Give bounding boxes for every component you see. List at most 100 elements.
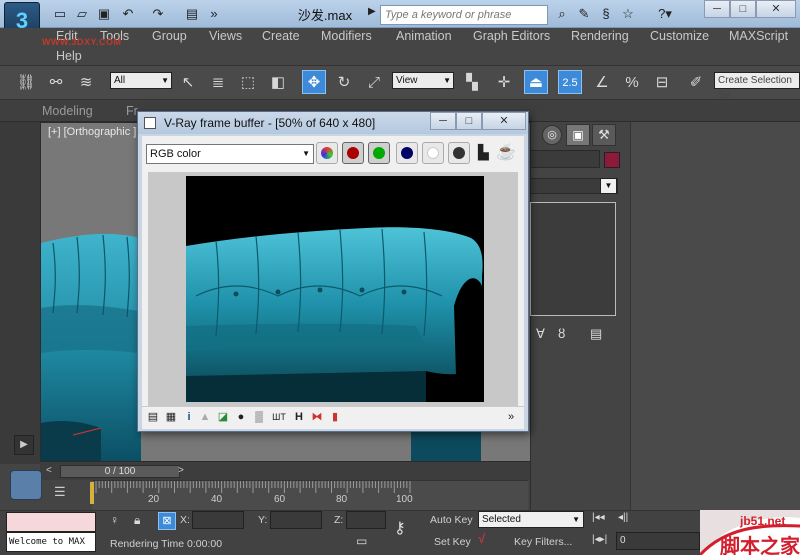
vray-frame-buffer-window[interactable]: V-Ray frame buffer - [50% of 640 x 480] … xyxy=(137,111,529,432)
minimize-button[interactable]: ─ xyxy=(704,0,730,18)
vfb-icon-levels[interactable]: ▲ xyxy=(198,410,212,424)
help-icon[interactable]: ?▾ xyxy=(652,6,678,22)
menu-maxscript[interactable]: MAXScript xyxy=(729,29,788,43)
unlink-icon[interactable]: ⚯ xyxy=(44,71,68,95)
snaps-toggle-icon[interactable]: 2.5 xyxy=(558,70,582,94)
view-red-button[interactable] xyxy=(342,142,364,164)
keyboard-shortcut-override-icon[interactable]: ⏏ xyxy=(524,70,548,94)
percent-snap-icon[interactable]: % xyxy=(620,71,644,95)
lightbulb-icon[interactable]: ♀ xyxy=(110,513,119,527)
monitor-icon[interactable]: ▣ xyxy=(566,124,590,146)
tab-modeling[interactable]: Modeling xyxy=(42,104,93,118)
redo-icon[interactable]: ↷ xyxy=(150,6,166,22)
show-end-result-icon[interactable]: ȣ xyxy=(558,326,565,341)
favorites-star-icon[interactable]: ☆ xyxy=(620,6,636,22)
new-file-icon[interactable]: ▭ xyxy=(52,6,68,22)
modifier-stack-list[interactable] xyxy=(530,202,616,316)
maxscript-listener-pink[interactable] xyxy=(6,512,96,532)
spinner-snap-icon[interactable]: ⊟ xyxy=(650,71,674,95)
link-icon[interactable]: ⛓ xyxy=(14,71,38,95)
reference-coord-dropdown[interactable]: View ▼ xyxy=(392,72,454,89)
named-selection-input[interactable]: Create Selection Se xyxy=(714,72,800,101)
play-icon[interactable]: ▶ xyxy=(14,435,34,455)
prev-frame-icon[interactable]: < xyxy=(46,465,52,476)
current-frame-field[interactable]: 0 xyxy=(616,532,700,550)
go-to-start-icon[interactable]: |◂◂ xyxy=(592,512,605,523)
search-expand-icon[interactable]: ▶ xyxy=(368,6,376,17)
selection-filter-dropdown[interactable]: All ▼ xyxy=(110,72,172,89)
mini-listener-icon[interactable] xyxy=(10,470,42,500)
previous-frame-icon[interactable]: ◂|| xyxy=(618,512,628,523)
view-mono-button[interactable] xyxy=(448,142,470,164)
menu-animation[interactable]: Animation xyxy=(396,29,452,43)
viewport-label[interactable]: [+] [Orthographic ] xyxy=(48,126,136,138)
lock-selection-icon[interactable]: 🔒︎ xyxy=(134,513,140,528)
vfb-icon-history[interactable]: ▤ xyxy=(146,410,160,424)
menu-rendering[interactable]: Rendering xyxy=(571,29,629,43)
edit-named-selection-icon[interactable]: ✐ xyxy=(684,71,708,95)
pivot-center-icon[interactable]: ▚ xyxy=(460,71,484,95)
vfb-close-button[interactable]: ✕ xyxy=(482,112,526,130)
set-key-icon[interactable]: ⚷ xyxy=(394,518,406,538)
menu-views[interactable]: Views xyxy=(209,29,242,43)
select-move-icon[interactable]: ✥ xyxy=(302,70,326,94)
object-color-swatch[interactable] xyxy=(604,152,620,168)
vfb-icon-srgb[interactable]: ШТ xyxy=(270,410,288,424)
close-button[interactable]: ✕ xyxy=(756,0,796,18)
pin-stack-icon[interactable]: ∀ xyxy=(536,326,545,342)
save-file-icon[interactable]: ▣ xyxy=(96,6,112,22)
search-input[interactable]: Type a keyword or phrase xyxy=(380,5,548,25)
trackbar-expand-icon[interactable]: ☰ xyxy=(54,484,66,500)
chevron-down-icon[interactable]: ▼ xyxy=(600,178,617,194)
menu-create[interactable]: Create xyxy=(262,29,300,43)
menu-help[interactable]: Help xyxy=(56,49,82,63)
time-cursor[interactable] xyxy=(90,482,94,504)
key-filters-button[interactable]: Key Filters... xyxy=(514,536,572,548)
vfb-maximize-button[interactable]: □ xyxy=(456,112,482,130)
vfb-icon-compare[interactable]: ⧓ xyxy=(310,410,324,424)
absolute-mode-icon[interactable]: ⊠ xyxy=(158,512,176,530)
save-image-icon[interactable]: ▙ xyxy=(478,144,492,162)
vfb-icon-settings[interactable]: ▦ xyxy=(164,410,178,424)
select-rotate-icon[interactable]: ↻ xyxy=(332,71,356,95)
add-time-tag-icon[interactable]: ▭ xyxy=(356,534,372,550)
configure-modifier-sets-icon[interactable]: ▤ xyxy=(590,326,602,342)
channel-dropdown[interactable]: RGB color ▼ xyxy=(146,144,314,164)
view-alpha-button[interactable] xyxy=(422,142,444,164)
project-folder-icon[interactable]: ▤ xyxy=(184,6,200,22)
z-coordinate-field[interactable] xyxy=(346,511,386,529)
window-crossing-icon[interactable]: ◧ xyxy=(266,71,290,95)
display-panel-icon[interactable]: ◎ xyxy=(542,125,562,145)
key-mode-toggle-icon[interactable]: |◂▸| xyxy=(592,534,607,545)
rect-selection-icon[interactable]: ⬚ xyxy=(236,71,260,95)
vfb-icon-lens[interactable]: ● xyxy=(234,410,248,424)
vfb-icon-exposure[interactable]: ▒ xyxy=(252,410,266,424)
vfb-minimize-button[interactable]: ─ xyxy=(430,112,456,130)
menu-customize[interactable]: Customize xyxy=(650,29,709,43)
menu-graph-editors[interactable]: Graph Editors xyxy=(473,29,550,43)
bind-spacewarp-icon[interactable]: ≋ xyxy=(74,71,98,95)
select-scale-icon[interactable]: ⤢ xyxy=(362,71,386,95)
vfb-icon-info[interactable]: i xyxy=(182,410,196,424)
render-teapot-icon[interactable]: ☕ xyxy=(496,142,516,162)
time-slider[interactable]: 0 / 100 xyxy=(60,465,180,478)
set-key-button[interactable]: Set Key xyxy=(434,536,471,548)
communication-icon[interactable]: ✎ xyxy=(576,6,592,22)
menu-group[interactable]: Group xyxy=(152,29,187,43)
vfb-icon-stamp[interactable]: ▮ xyxy=(328,410,342,424)
view-green-button[interactable] xyxy=(368,142,390,164)
maxscript-listener[interactable]: Welcome to MAX xyxy=(6,532,96,552)
select-object-icon[interactable]: ↖ xyxy=(176,71,200,95)
utilities-hammer-icon[interactable]: ⚒ xyxy=(592,124,616,146)
vfb-canvas-area[interactable] xyxy=(148,172,518,420)
undo-icon[interactable]: ↶ xyxy=(120,6,136,22)
angle-snap-icon[interactable]: ∠ xyxy=(590,71,614,95)
next-frame-icon[interactable]: > xyxy=(178,465,184,476)
vfb-icon-histogram[interactable]: H xyxy=(292,410,306,424)
x-coordinate-field[interactable] xyxy=(192,511,244,529)
manipulate-icon[interactable]: ✛ xyxy=(492,71,516,95)
binoculars-icon[interactable]: ⌕ xyxy=(554,6,570,22)
key-mode-dropdown[interactable]: Selected ▼ xyxy=(478,511,584,528)
chevron-down-double-icon[interactable]: » xyxy=(504,410,518,424)
view-rgb-button[interactable] xyxy=(316,142,338,164)
